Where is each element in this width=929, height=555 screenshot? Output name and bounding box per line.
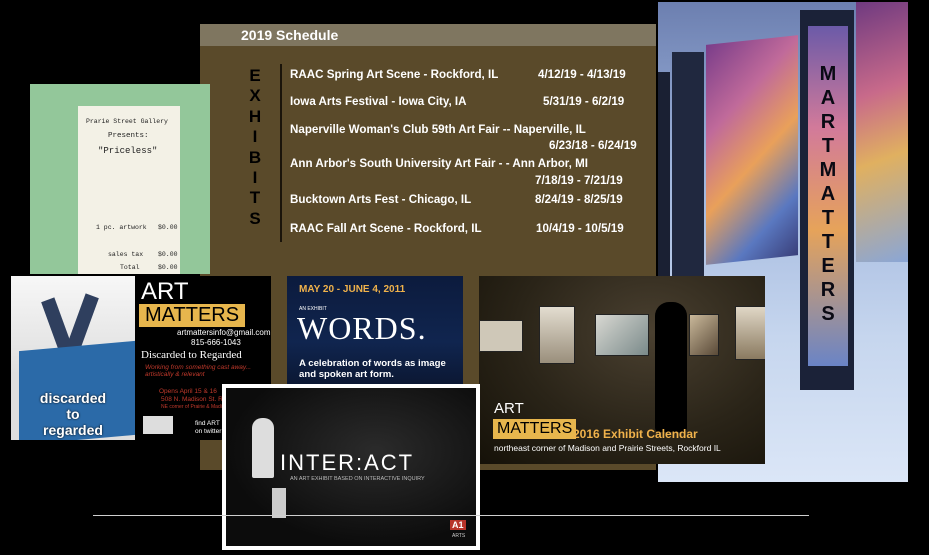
corner: NE corner of Prairie & Madison [161,404,230,410]
window-painting [856,2,908,262]
phone: 815-666-1043 [191,338,241,347]
event-name: RAAC Fall Art Scene - Rockford, IL [290,222,482,235]
exhibits-vertical-label: EXHIBITS [248,66,262,229]
tagline: Working from something cast away... arti… [145,364,252,378]
robot-toy [272,488,286,518]
gallery-artwork [735,306,765,360]
receipt-tax: sales tax [108,251,144,258]
caption-line: regarded [43,422,103,438]
vertical-letters: MARTMATTERS [818,62,838,326]
receipt-paper: Prarie Street Gallery Presents: "Pricele… [78,106,180,274]
interact-exhibit-card: INTER:ACT AN ART EXHIBIT BASED ON INTERA… [222,384,480,550]
gallery-artwork [479,320,523,352]
window-letter: A [820,183,836,205]
email: artmattersinfo@gmail.com [177,328,271,337]
receipt-title: "Priceless" [98,146,158,156]
window-letter: T [821,231,835,253]
exhibits-letter: B [248,147,262,167]
schedule-header: 2019 Schedule [200,24,656,46]
exhibits-letter: I [252,127,258,147]
interact-subtitle: AN ART EXHIBIT BASED ON INTERACTIVE INQU… [290,476,425,482]
event-name: Bucktown Arts Fest - Chicago, IL [290,193,472,206]
receipt-tax-price: $0.00 [158,251,178,258]
child-figure [252,418,274,478]
words-dates: MAY 20 - JUNE 4, 2011 [299,284,406,295]
window-painting [706,35,798,265]
gallery-artwork [689,314,719,356]
opens: Opens April 15 & 16 [159,388,217,395]
window-letter: T [821,207,835,229]
caption-line: discarded [39,390,107,406]
exhibits-letter: I [252,168,258,188]
am-logo [143,416,173,434]
window-letter: A [820,87,836,109]
gallery-artwork [595,314,649,356]
gallery-artwork [539,306,575,364]
window-letter: M [819,159,837,181]
window-letter: E [821,255,835,277]
event-name: Iowa Arts Festival - Iowa City, IA [290,95,467,108]
words-title: WORDS. [297,310,427,346]
receipt-gallery: Prarie Street Gallery [86,118,168,125]
dumpster-photo: discarded to regarded [11,276,135,440]
words-subtitle: A celebration of words as image and spok… [299,358,446,380]
caption-line: to [66,406,80,422]
exhibits-letter: S [249,208,261,228]
receipt-item: 1 pc. artwork [96,224,147,231]
receipt-total: Total [120,264,140,271]
event-name: RAAC Spring Art Scene - Rockford, IL [290,68,499,81]
window-letter: R [820,111,836,133]
gallery-address: northeast corner of Madison and Prairie … [494,443,721,453]
event-name: Ann Arbor's South University Art Fair - … [290,157,588,170]
art-matters-gallery-card: ART MATTERS 2016 Exhibit Calendar northe… [479,276,765,464]
exhibits-letter: X [249,86,261,106]
event-dates: 10/4/19 - 10/5/19 [536,222,624,235]
event-name: Naperville Woman's Club 59th Art Fair --… [290,123,586,136]
divider-rule [93,515,809,516]
gallery-art-wordmark: ART [494,400,524,417]
a1-logo: A1 [450,520,466,530]
a1-logo-sub: ARTS [452,533,466,539]
exhibits-letter: T [249,188,261,208]
divider-line [280,64,282,242]
receipt-presents: Presents: [108,132,149,140]
event-dates: 7/18/19 - 7/21/19 [535,174,623,187]
art-wordmark: ART [141,278,189,305]
event-dates: 4/12/19 - 4/13/19 [538,68,626,81]
interact-poster: INTER:ACT AN ART EXHIBIT BASED ON INTERA… [226,388,476,546]
gallery-matters-wordmark: MATTERS [493,419,577,439]
window-letter: R [820,279,836,301]
window-frame [658,72,670,292]
event-dates: 5/31/19 - 6/2/19 [543,95,625,108]
event-dates: 8/24/19 - 8/25/19 [535,193,623,206]
window-letter: S [821,303,835,325]
receipt-item-price: $0.00 [158,224,178,231]
exhibit-calendar-title: 2016 Exhibit Calendar [573,427,698,441]
visitor-silhouette [655,302,687,432]
find-art: find ART [195,420,220,427]
exhibits-letter: H [248,106,262,126]
exhibits-letter: E [249,66,261,85]
twitter: on twitter [195,428,222,435]
interact-title: INTER:ACT [280,450,415,475]
words-exhibit-card: MAY 20 - JUNE 4, 2011 AN EXHIBIT WORDS. … [287,276,463,386]
window-letter: M [819,63,837,85]
window-letter: T [821,135,835,157]
event-dates: 6/23/18 - 6/24/19 [549,139,637,152]
card-title: Discarded to Regarded [141,349,242,361]
receipt-total-price: $0.00 [158,264,178,271]
schedule-title: 2019 Schedule [241,27,339,43]
priceless-receipt-card: Prarie Street Gallery Presents: "Pricele… [30,84,210,274]
matters-wordmark: MATTERS [139,304,246,327]
